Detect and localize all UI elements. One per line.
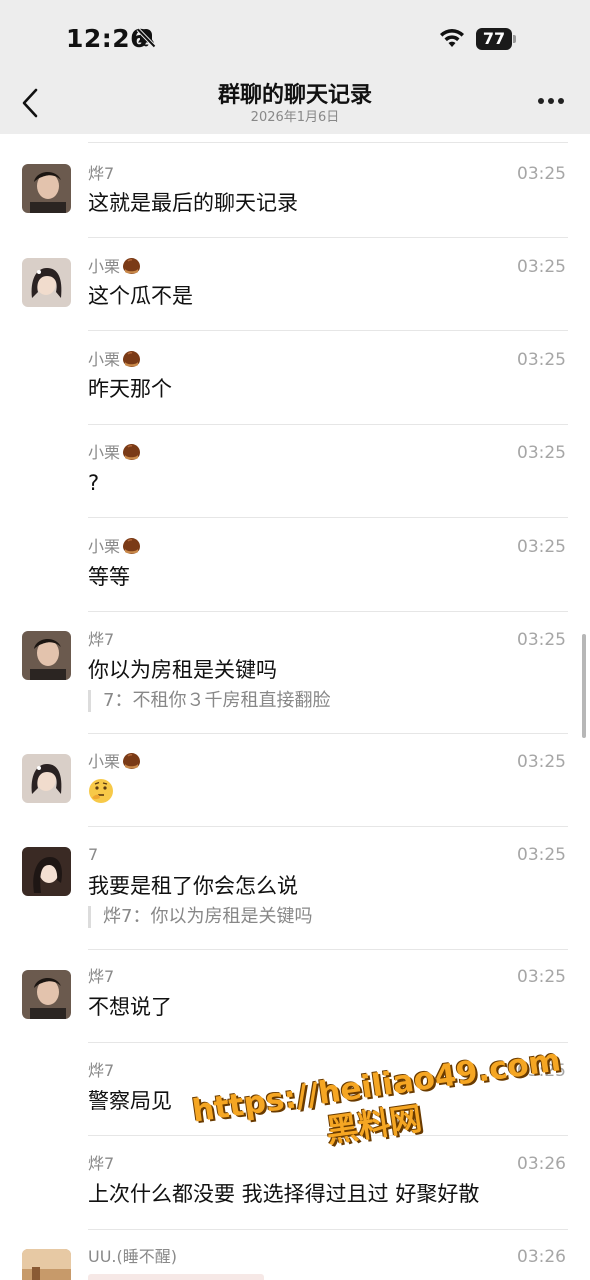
message-text: 不想说了	[88, 995, 172, 1019]
message-text: 上次什么都没要 我选择得过且过 好聚好散	[88, 1182, 480, 1206]
message-time: 03:25	[517, 845, 566, 865]
avatar[interactable]	[22, 754, 71, 803]
message-text: 这就是最后的聊天记录	[88, 191, 298, 215]
divider	[88, 1042, 568, 1043]
thinking-face-icon	[89, 779, 113, 803]
scrollbar[interactable]	[582, 634, 586, 738]
quoted-message[interactable]: 7：不租你３千房租直接翻脸	[88, 690, 330, 712]
chestnut-emoji-icon	[123, 753, 141, 769]
divider	[88, 611, 568, 612]
message-text: 等等	[88, 565, 130, 589]
message-text: 你以为房租是关键吗	[88, 658, 277, 682]
avatar[interactable]	[22, 1249, 71, 1280]
message-time: 03:25	[517, 1061, 566, 1081]
message-time: 03:26	[517, 1154, 566, 1174]
message-time: 03:25	[517, 257, 566, 277]
avatar[interactable]	[22, 258, 71, 307]
quoted-message[interactable]: 烨7：你以为房租是关键吗	[88, 906, 312, 928]
battery-indicator: 77	[476, 28, 518, 50]
divider	[88, 142, 568, 143]
top-area: 12:26 77 群聊的聊天记录 2026年1月6日	[0, 0, 590, 134]
sender-name: 小栗	[88, 257, 141, 277]
message-time: 03:25	[517, 350, 566, 370]
message-text: 我要是租了你会怎么说	[88, 874, 298, 898]
sender-name: 小栗	[88, 443, 141, 463]
chestnut-emoji-icon	[123, 444, 141, 460]
message-time: 03:25	[517, 443, 566, 463]
sender-name: 小栗	[88, 752, 141, 772]
message-time: 03:25	[517, 967, 566, 987]
sender-name: UU.(睡不醒)	[88, 1247, 177, 1266]
wifi-icon	[440, 29, 464, 47]
sender-name: 小栗	[88, 350, 141, 370]
battery-level: 77	[476, 28, 512, 50]
message-time: 03:26	[517, 1247, 566, 1267]
sender-name: 烨7	[88, 1061, 115, 1080]
sender-name: 烨7	[88, 164, 115, 183]
page-title: 群聊的聊天记录	[217, 83, 372, 108]
message-time: 03:25	[517, 630, 566, 650]
message-text: 昨天那个	[88, 377, 172, 401]
sender-name: 烨7	[88, 967, 115, 986]
chestnut-emoji-icon	[123, 538, 141, 554]
sender-name: 烨7	[88, 630, 115, 649]
sender-name: 7	[88, 845, 99, 864]
header-title-block: 群聊的聊天记录 2026年1月6日	[120, 82, 470, 126]
message-text: ?	[88, 471, 100, 495]
divider	[88, 826, 568, 827]
divider	[88, 733, 568, 734]
divider	[88, 424, 568, 425]
status-bar: 12:26 77	[0, 0, 590, 78]
divider	[88, 237, 568, 238]
message-text: 警察局见	[88, 1089, 172, 1113]
divider	[88, 330, 568, 331]
back-chevron-icon[interactable]	[18, 86, 44, 120]
message-preview-image[interactable]	[88, 1274, 264, 1280]
chestnut-emoji-icon	[123, 258, 141, 274]
divider	[88, 1135, 568, 1136]
message-time: 03:25	[517, 164, 566, 184]
message-time: 03:25	[517, 537, 566, 557]
chat-record-list[interactable]: 烨7 03:25 这就是最后的聊天记录 小栗 03:25 这个瓜不是 小栗 03…	[0, 134, 590, 1280]
avatar[interactable]	[22, 847, 71, 896]
sender-name: 小栗	[88, 537, 141, 557]
avatar[interactable]	[22, 631, 71, 680]
message-text: 这个瓜不是	[88, 284, 193, 308]
sender-name: 烨7	[88, 1154, 115, 1173]
more-options-icon[interactable]	[538, 98, 566, 108]
page-date: 2026年1月6日	[250, 110, 340, 125]
message-time: 03:25	[517, 752, 566, 772]
divider	[88, 949, 568, 950]
avatar[interactable]	[22, 164, 71, 213]
avatar[interactable]	[22, 970, 71, 1019]
battery-cap	[513, 35, 516, 43]
divider	[88, 1229, 568, 1230]
divider	[88, 517, 568, 518]
message-text	[88, 778, 114, 807]
bell-muted-icon	[136, 28, 156, 48]
chestnut-emoji-icon	[123, 351, 141, 367]
